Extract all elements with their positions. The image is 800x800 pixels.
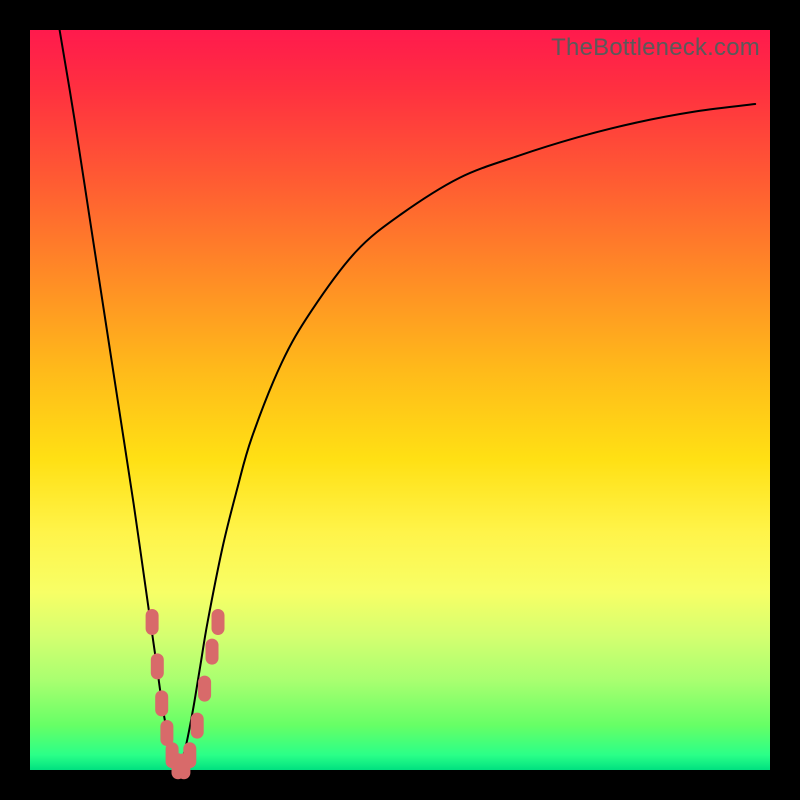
valley-marker	[160, 720, 173, 746]
marker-layer	[146, 609, 225, 779]
bottleneck-curve	[60, 30, 756, 770]
valley-marker	[151, 653, 164, 679]
chart-frame: TheBottleneck.com	[0, 0, 800, 800]
valley-marker	[155, 690, 168, 716]
plot-area: TheBottleneck.com	[30, 30, 770, 770]
valley-marker	[146, 609, 159, 635]
valley-marker	[198, 676, 211, 702]
valley-marker	[191, 713, 204, 739]
valley-marker	[212, 609, 225, 635]
curve-layer	[30, 30, 770, 770]
valley-marker	[206, 639, 219, 665]
valley-marker	[183, 742, 196, 768]
